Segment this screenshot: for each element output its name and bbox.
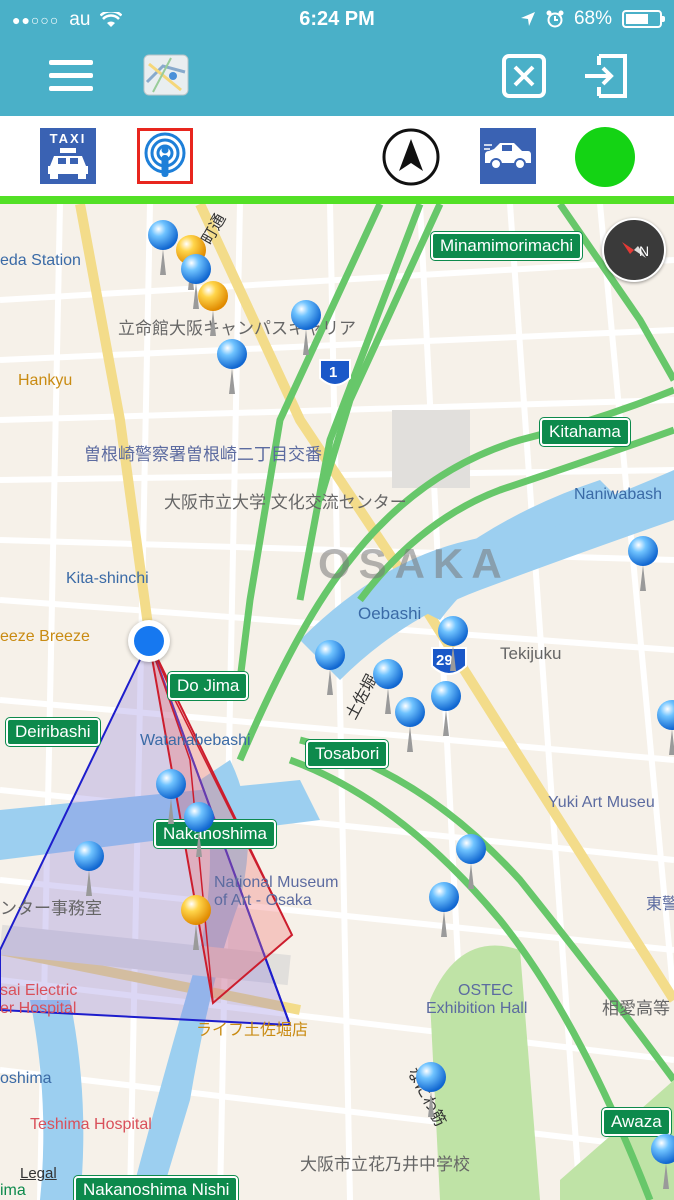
station-sign-minamimorimachi[interactable]: Minamimorimachi xyxy=(431,232,583,260)
map-pin-icon[interactable] xyxy=(179,894,213,952)
status-indicator-button[interactable] xyxy=(574,126,636,188)
map-pin-icon[interactable] xyxy=(436,615,470,673)
map-pin-icon[interactable] xyxy=(414,1061,448,1119)
battery-icon xyxy=(622,10,665,28)
map-pin-icon[interactable] xyxy=(429,680,463,738)
map-view[interactable]: N eda Station Hankyu 立命館大阪キャンパスキャリア 曽根崎警… xyxy=(0,204,674,1200)
svg-text:N: N xyxy=(639,243,649,259)
hananoi-school-label: 大阪市立花乃井中学校 xyxy=(300,1155,470,1174)
station-sign-awaza[interactable]: Awaza xyxy=(602,1108,671,1136)
alarm-icon xyxy=(546,10,564,28)
toolbar-divider xyxy=(0,196,674,204)
higashi-label: 東警 xyxy=(646,896,674,913)
navigation-arrow-icon xyxy=(382,128,440,186)
tekijuku-label: Tekijuku xyxy=(500,644,562,663)
life-store-label: ライフ土佐堀店 xyxy=(196,1022,309,1039)
sonezaki-police-label: 曽根崎警察署曽根崎二丁目交番 xyxy=(84,445,322,464)
car-button[interactable] xyxy=(480,128,536,184)
map-base xyxy=(0,204,674,1200)
exit-button[interactable] xyxy=(580,52,630,100)
map-thumbnail-icon xyxy=(143,54,189,96)
broadcast-person-icon xyxy=(140,131,190,181)
car-icon xyxy=(484,143,531,170)
oshima-label: oshima xyxy=(0,1070,52,1087)
top-toolbar xyxy=(0,38,674,116)
secondary-toolbar: TAXI xyxy=(0,116,674,198)
menu-button[interactable] xyxy=(44,56,98,96)
station-sign-nakanoshima-nishi[interactable]: Nakanoshima Nishi xyxy=(74,1176,239,1200)
map-pin-icon[interactable] xyxy=(289,299,323,357)
ostec-label: OSTEC xyxy=(458,982,514,999)
map-pin-icon[interactable] xyxy=(427,881,461,939)
close-button[interactable] xyxy=(500,52,548,100)
route-1-number: 1 xyxy=(329,364,338,381)
map-pin-icon[interactable] xyxy=(313,639,347,697)
station-sign-tosabori[interactable]: Tosabori xyxy=(306,740,389,768)
taxi-label: TAXI xyxy=(49,131,87,146)
hankyu-label: Hankyu xyxy=(18,372,73,389)
legal-link[interactable]: Legal xyxy=(20,1165,57,1182)
taxi-button[interactable]: TAXI xyxy=(40,128,96,184)
naniwabashi-label: Naniwabash xyxy=(574,486,663,503)
yuki-art-label: Yuki Art Museu xyxy=(548,794,655,811)
exit-icon xyxy=(585,54,627,98)
kansai-electric-label-2: er Hospital xyxy=(0,1000,77,1017)
map-pin-icon[interactable] xyxy=(649,1133,674,1191)
oebashi-label: Oebashi xyxy=(358,604,422,623)
hamburger-menu-icon xyxy=(49,60,93,91)
battery-level xyxy=(626,14,648,24)
watanabebashi-label: Watanabebashi xyxy=(140,732,251,749)
kansai-electric-label: sai Electric xyxy=(0,982,78,999)
osaka-city-univ-label: 大阪市立大学 文化交流センター xyxy=(164,493,407,512)
kita-shinchi-label: Kita-shinchi xyxy=(66,570,149,587)
map-pin-icon[interactable] xyxy=(393,696,427,754)
map-pin-icon[interactable] xyxy=(196,280,230,338)
location-arrow-icon xyxy=(520,12,535,26)
national-museum-label-2: of Art - Osaka xyxy=(214,892,312,909)
national-museum-label: National Museum xyxy=(214,874,339,891)
compass-icon[interactable]: N xyxy=(602,218,666,282)
taxi-icon: TAXI xyxy=(40,128,96,184)
nishi-label: ima xyxy=(0,1182,26,1199)
station-sign-deiribashi[interactable]: Deiribashi xyxy=(6,718,100,746)
taxi-car-icon xyxy=(48,148,88,179)
city-name-label: OSAKA xyxy=(318,540,510,587)
navigation-button[interactable] xyxy=(380,126,442,188)
status-indicator xyxy=(575,127,635,187)
map-thumbnail-button[interactable] xyxy=(143,54,189,96)
map-pin-icon[interactable] xyxy=(72,840,106,898)
map-pin-icon[interactable] xyxy=(182,801,216,859)
umeda-station-label: eda Station xyxy=(0,252,81,269)
broadcast-button[interactable] xyxy=(137,128,193,184)
map-pin-icon[interactable] xyxy=(215,338,249,396)
status-bar: ●●○○○ au 6:24 PM 68% xyxy=(0,0,674,38)
ostec-label-2: Exhibition Hall xyxy=(426,1000,528,1017)
station-sign-do-jima[interactable]: Do Jima xyxy=(168,672,249,700)
teshima-hospital-label: Teshima Hospital xyxy=(30,1116,152,1133)
map-pin-icon[interactable] xyxy=(655,699,674,757)
battery-percent: 68% xyxy=(573,8,612,29)
close-box-icon xyxy=(502,54,546,98)
station-sign-kitahama[interactable]: Kitahama xyxy=(540,418,630,446)
soai-label: 相愛高等 xyxy=(602,999,670,1018)
map-pin-icon[interactable] xyxy=(626,535,660,593)
user-location-marker[interactable] xyxy=(128,620,170,662)
breeze-label: eeze Breeze xyxy=(0,628,90,645)
